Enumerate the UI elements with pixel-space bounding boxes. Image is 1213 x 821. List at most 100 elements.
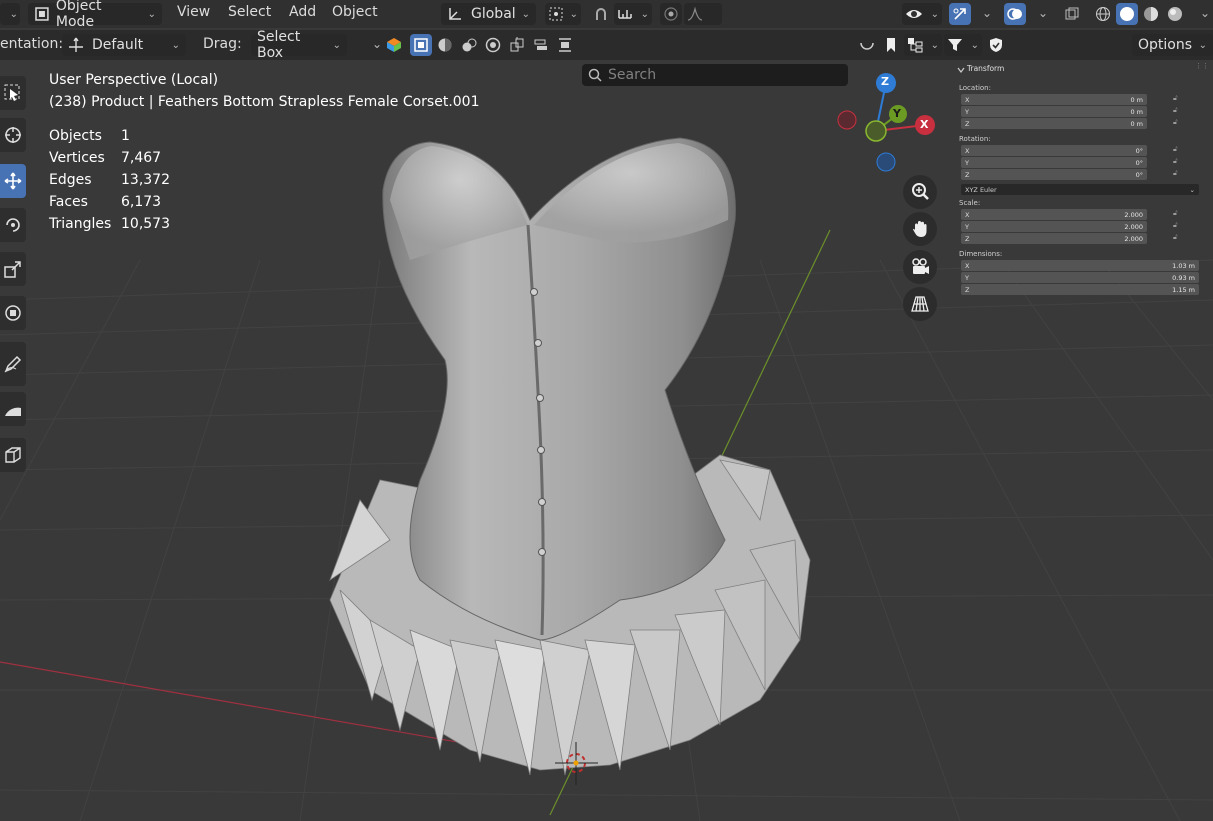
select-mode-set[interactable]: [410, 34, 432, 56]
rotation-z-field[interactable]: Z 0°: [961, 169, 1147, 180]
lock-icon[interactable]: 🔓︎: [1173, 157, 1178, 166]
tool-cursor[interactable]: [0, 118, 26, 152]
select-mode-extend[interactable]: [434, 34, 456, 56]
sort-dropdown[interactable]: ⌄: [904, 34, 942, 56]
proportional-editing-toggle[interactable]: [660, 3, 682, 25]
lock-icon[interactable]: 🔓︎: [1173, 106, 1178, 115]
overlays-toggle[interactable]: [1004, 3, 1026, 25]
camera-view-button[interactable]: [903, 250, 937, 284]
stat-row-edges: Edges 13,372: [49, 172, 170, 194]
chevron-down-icon: ⌄: [930, 8, 939, 20]
lock-icon[interactable]: 🔓︎: [1173, 221, 1178, 230]
viewport-header: ⌄ Object Mode ⌄ View Select Add Object G…: [0, 0, 1213, 30]
cursor-select-icon: [4, 84, 20, 101]
rotate-icon: [6, 218, 20, 232]
xray-toggle[interactable]: [1061, 3, 1083, 25]
scale-z-field[interactable]: Z 2.000: [961, 233, 1147, 244]
lock-icon[interactable]: 🔓︎: [1173, 169, 1178, 178]
lock-icon[interactable]: 🔓︎: [1173, 94, 1178, 103]
affect-only-icon: [559, 38, 571, 52]
rotation-mode-value: XYZ Euler: [965, 185, 997, 194]
field-value: 0°: [1135, 158, 1143, 167]
visibility-dropdown[interactable]: ⌄: [902, 3, 942, 25]
shading-solid[interactable]: [1116, 3, 1138, 25]
location-z-field[interactable]: Z 0 m: [961, 118, 1147, 129]
tool-move[interactable]: [0, 164, 26, 198]
lock-icon[interactable]: 🔓︎: [1173, 209, 1178, 218]
object-type-filter[interactable]: [383, 34, 405, 56]
location-y-field[interactable]: Y 0 m: [961, 106, 1147, 117]
rotation-mode-dropdown[interactable]: XYZ Euler ⌄: [961, 184, 1199, 195]
menu-object[interactable]: Object: [332, 4, 378, 20]
falloff-dropdown[interactable]: [684, 3, 722, 25]
drag-dropdown[interactable]: Select Box ⌄: [251, 29, 347, 61]
view-layer-toggle[interactable]: [856, 34, 878, 56]
pan-button[interactable]: [903, 212, 937, 246]
panel-grip-icon[interactable]: ⋮⋮: [1195, 62, 1209, 70]
filter-dropdown[interactable]: ⌄: [944, 34, 982, 56]
rotation-y-field[interactable]: Y 0°: [961, 157, 1147, 168]
mode-dropdown[interactable]: Object Mode ⌄: [28, 0, 162, 30]
menu-view[interactable]: View: [177, 4, 210, 20]
options-dropdown[interactable]: Options ⌄: [1132, 34, 1213, 56]
chevron-down-icon: ⌄: [521, 8, 530, 20]
rotation-x-field[interactable]: X 0°: [961, 145, 1147, 156]
menu-select[interactable]: Select: [228, 4, 271, 20]
library-override-toggle[interactable]: [985, 34, 1007, 56]
tool-scale[interactable]: [0, 252, 26, 286]
snap-toggle[interactable]: [590, 3, 612, 25]
zoom-button[interactable]: [903, 175, 937, 209]
dimensions-y-field[interactable]: Y 0.93 m: [961, 272, 1199, 283]
menu-add[interactable]: Add: [289, 4, 316, 20]
snap-target-dropdown[interactable]: ⌄: [614, 3, 652, 25]
snap-base-toggle[interactable]: [530, 34, 552, 56]
orientation-setting-dropdown[interactable]: Default ⌄: [62, 34, 186, 56]
stat-label: Objects: [49, 128, 102, 144]
scale-x-field[interactable]: X 2.000: [961, 209, 1147, 220]
shading-wireframe[interactable]: [1092, 3, 1114, 25]
tool-add-cube[interactable]: [0, 438, 26, 472]
select-mode-intersect[interactable]: [506, 34, 528, 56]
tool-rotate[interactable]: [0, 208, 26, 242]
field-value: 2.000: [1124, 222, 1143, 231]
stat-label: Edges: [49, 172, 92, 188]
half-circle-icon: [860, 42, 874, 50]
shading-rendered[interactable]: [1164, 3, 1186, 25]
tool-select-box[interactable]: [0, 76, 26, 110]
transform-affect-toggle[interactable]: [554, 34, 576, 56]
dimensions-x-field[interactable]: X 1.03 m: [961, 260, 1199, 271]
mode-label: Object Mode: [55, 0, 102, 30]
axis-label: Z: [965, 285, 970, 294]
dimensions-z-field[interactable]: Z 1.15 m: [961, 284, 1199, 295]
transform-orientation-dropdown[interactable]: Global ⌄: [441, 3, 536, 25]
select-mode-invert[interactable]: [482, 34, 504, 56]
object-types-chevron[interactable]: ⌄: [368, 37, 382, 51]
transform-panel-title: Transform: [967, 64, 1005, 73]
editor-type-button[interactable]: ⌄: [0, 3, 20, 25]
axis-label: Z: [965, 234, 970, 243]
scale-y-field[interactable]: Y 2.000: [961, 221, 1147, 232]
bookmark-icon: [887, 38, 895, 52]
tool-transform[interactable]: [0, 296, 26, 330]
gizmo-y-label: Y: [893, 107, 901, 120]
panel-collapse-chevron-icon[interactable]: [957, 66, 965, 74]
gizmo-dropdown-chevron[interactable]: ⌄: [978, 6, 992, 20]
bookmark-toggle[interactable]: [880, 34, 902, 56]
location-x-field[interactable]: X 0 m: [961, 94, 1147, 105]
select-mode-subtract[interactable]: [458, 34, 480, 56]
lock-icon[interactable]: 🔓︎: [1173, 233, 1178, 242]
perspective-toggle-button[interactable]: [903, 287, 937, 321]
grid-perspective-icon: [911, 296, 929, 312]
stat-row-objects: Objects 1: [49, 128, 170, 150]
field-value: 1.03 m: [1172, 261, 1195, 270]
axis-label: Y: [965, 158, 969, 167]
pivot-point-dropdown[interactable]: ⌄: [545, 3, 581, 25]
shading-dropdown-chevron[interactable]: ⌄: [1196, 6, 1210, 20]
lock-icon[interactable]: 🔓︎: [1173, 118, 1178, 127]
shading-material[interactable]: [1140, 3, 1162, 25]
tool-measure[interactable]: [0, 392, 26, 426]
tool-annotate[interactable]: [0, 342, 26, 386]
overlays-dropdown-chevron[interactable]: ⌄: [1034, 6, 1048, 20]
lock-icon[interactable]: 🔓︎: [1173, 145, 1178, 154]
gizmo-toggle[interactable]: [949, 3, 971, 25]
